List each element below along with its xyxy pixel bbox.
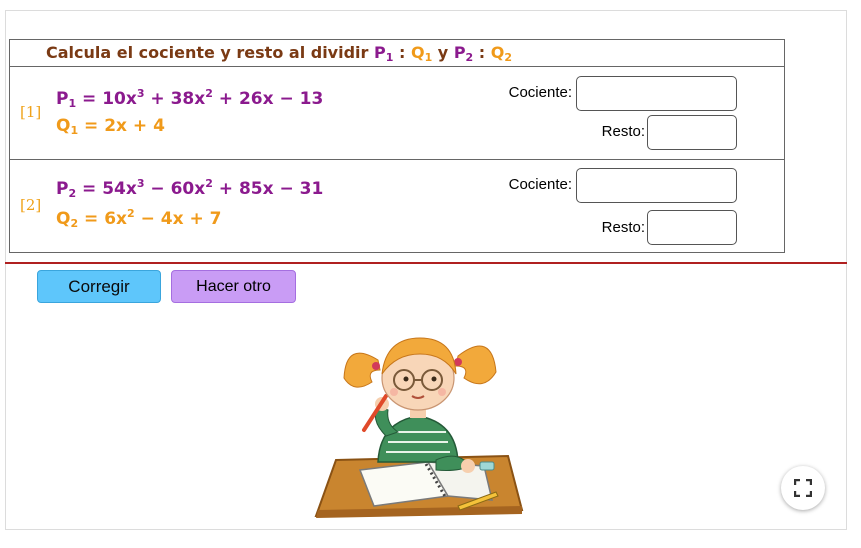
title-p1: P1 [374,43,394,64]
cociente-label-2: Cociente: [508,176,572,193]
exercise-table: Calcula el cociente y resto al dividir P… [9,39,785,253]
polynomial-q1: Q1 = 2x + 4 [56,116,165,137]
hacer-otro-button[interactable]: Hacer otro [171,270,296,303]
corregir-button[interactable]: Corregir [37,270,161,303]
title-text: Calcula el cociente y resto al dividir [46,43,369,62]
fullscreen-icon [794,479,812,497]
resto-input-2[interactable] [647,210,737,245]
title-q1: Q1 [410,43,433,64]
title-p2: P2 [453,43,474,64]
exercise-title: Calcula el cociente y resto al dividir P… [10,40,784,67]
polynomial-q2: Q2 = 6x2 − 4x + 7 [56,207,222,230]
cociente-input-2[interactable] [576,168,737,203]
resto-input-1[interactable] [647,115,737,150]
title-q2: Q2 [490,43,513,64]
exercise-index: [1] [20,103,42,121]
cociente-input-1[interactable] [576,76,737,111]
cociente-label-1: Cociente: [508,84,572,101]
polynomial-p2: P2 = 54x3 − 60x2 + 85x − 31 [56,177,324,200]
exercise-index: [2] [20,196,42,214]
exercise-row-1: [1] P1 = 10x3 + 38x2 + 26x − 13 Q1 = 2x … [10,67,784,160]
resto-label-1: Resto: [601,123,645,140]
polynomial-p1: P1 = 10x3 + 38x2 + 26x − 13 [56,87,324,110]
exercise-row-2: [2] P2 = 54x3 − 60x2 + 85x − 31 Q2 = 6x2… [10,160,784,252]
fullscreen-button[interactable] [781,466,825,510]
girl-thinking-illustration [314,337,524,518]
resto-label-2: Resto: [601,219,645,236]
divider-line [5,262,847,264]
